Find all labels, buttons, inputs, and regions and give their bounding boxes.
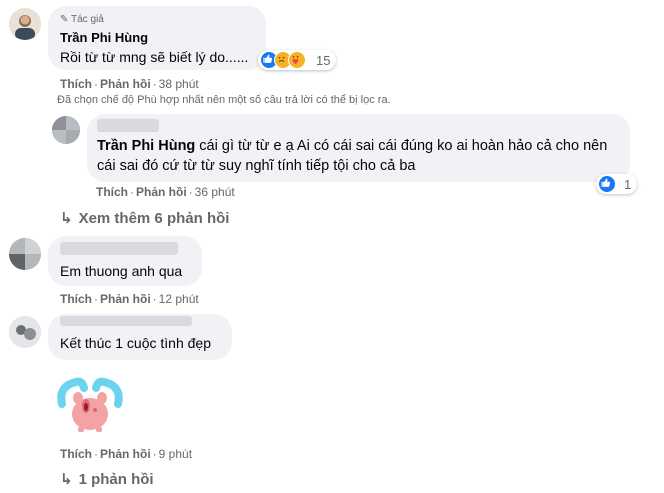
comment-author[interactable]: Trần Phi Hùng	[60, 30, 148, 45]
comment-bubble: ✎ Tác giả Trần Phi Hùng Rồi từ từ mng sẽ…	[48, 6, 266, 70]
reaction-summary[interactable]: 15	[258, 50, 337, 70]
blurred-author-name	[60, 316, 192, 326]
reaction-count: 1	[624, 176, 632, 192]
crying-pig-sticker	[52, 374, 128, 434]
timestamp[interactable]: 12 phút	[159, 292, 199, 306]
pencil-icon: ✎	[60, 14, 69, 25]
like-button[interactable]: Thích	[60, 77, 92, 91]
comment-actions: Thích · Phản hồi · 38 phút	[60, 77, 199, 91]
comment-actions: Thích · Phản hồi · 9 phút	[60, 447, 193, 461]
reply-button[interactable]: Phản hồi	[100, 77, 151, 91]
care-reaction-icon	[288, 51, 306, 69]
reply-arrow-icon: ↳	[60, 210, 73, 227]
filter-notice: Đã chọn chế độ Phù hợp nhất nên một số c…	[57, 94, 391, 106]
reaction-count: 15	[316, 52, 331, 68]
blurred-author-name	[97, 119, 159, 132]
avatar-image	[52, 116, 80, 144]
reply-avatar[interactable]	[52, 116, 80, 144]
comment-text: Kết thúc 1 cuộc tình đẹp	[60, 335, 211, 351]
like-reaction-icon	[598, 175, 616, 193]
reply-arrow-icon: ↳	[60, 471, 73, 488]
like-button[interactable]: Thích	[60, 447, 92, 461]
comment-bubble: Kết thúc 1 cuộc tình đẹp	[48, 314, 232, 360]
avatar-image	[9, 238, 41, 270]
mention-link[interactable]: Trần Phi Hùng	[97, 138, 195, 154]
view-replies-link[interactable]: ↳ 1 phản hồi	[60, 470, 154, 488]
blurred-author-name	[60, 242, 178, 255]
timestamp[interactable]: 9 phút	[159, 447, 192, 461]
reply-button[interactable]: Phản hồi	[100, 292, 151, 306]
avatar[interactable]	[9, 316, 41, 348]
reply-button[interactable]: Phản hồi	[136, 185, 187, 199]
like-button[interactable]: Thích	[60, 292, 92, 306]
like-button[interactable]: Thích	[96, 185, 128, 199]
avatar[interactable]	[9, 238, 41, 270]
comment-text: Em thuong anh qua	[60, 263, 183, 279]
reply-button[interactable]: Phản hồi	[100, 447, 151, 461]
author-badge: ✎ Tác giả	[60, 14, 104, 25]
avatar-image	[9, 316, 41, 348]
reaction-summary[interactable]: 1	[596, 174, 638, 194]
reply-bubble: Trần Phi Hùng cái gì từ từ e ạ Ai có cái…	[87, 114, 630, 182]
timestamp[interactable]: 38 phút	[159, 77, 199, 91]
timestamp[interactable]: 36 phút	[195, 185, 235, 199]
reply-actions: Thích · Phản hồi · 36 phút	[96, 185, 235, 199]
view-more-replies-link[interactable]: ↳ Xem thêm 6 phản hồi	[60, 209, 229, 227]
avatar-image	[9, 8, 41, 40]
comment-text: Rồi từ từ mng sẽ biết lý do......	[60, 49, 249, 65]
avatar[interactable]	[9, 8, 41, 40]
comment-bubble: Em thuong anh qua	[48, 236, 202, 286]
comment-actions: Thích · Phản hồi · 12 phút	[60, 292, 199, 306]
